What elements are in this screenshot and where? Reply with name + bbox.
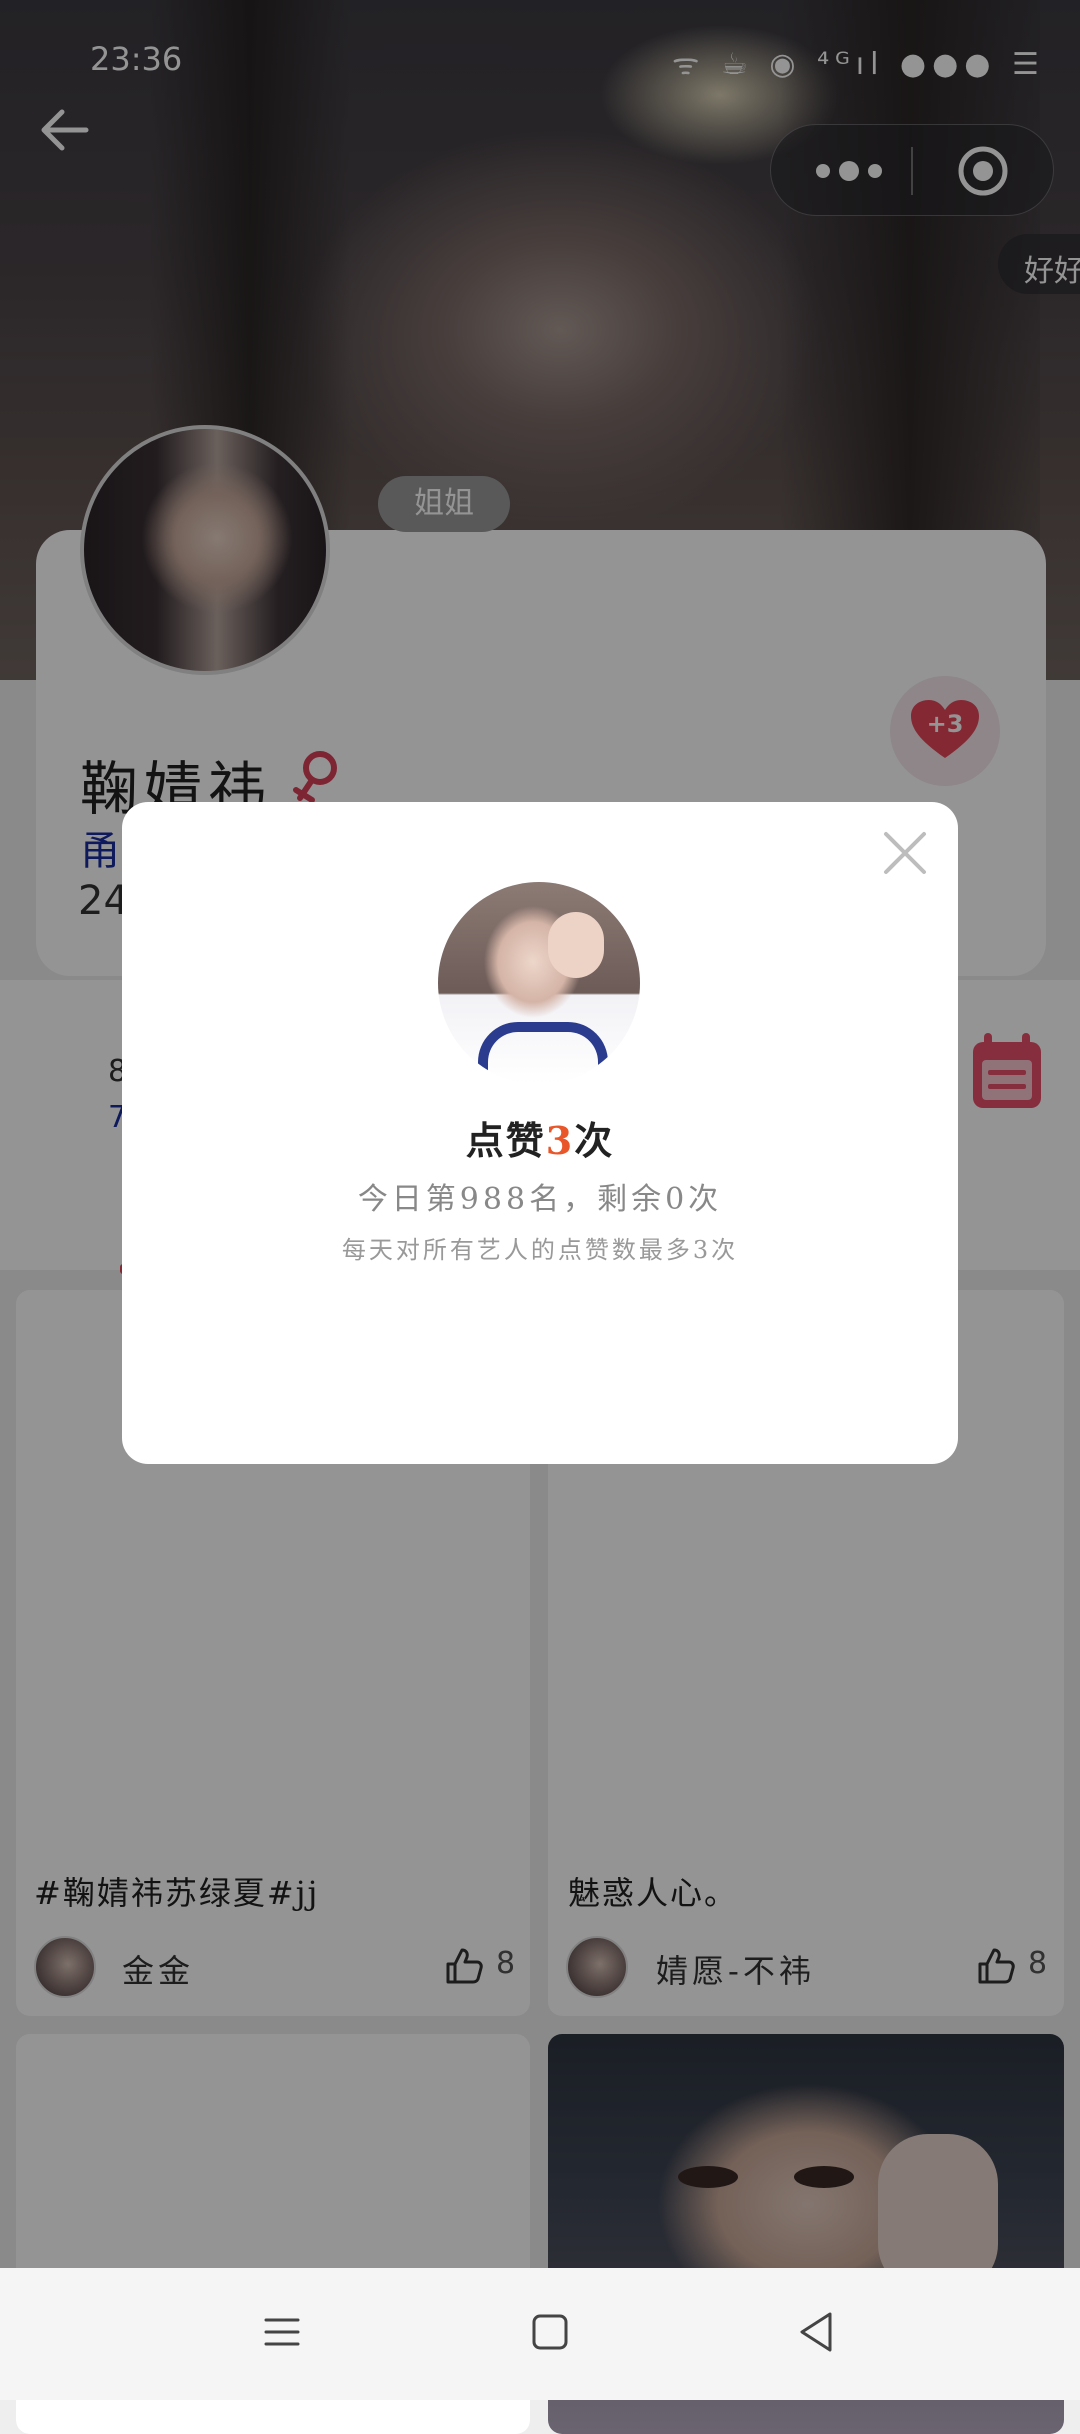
close-icon[interactable]	[880, 828, 930, 878]
rank-text: 今日第988名，剩余0次	[357, 1182, 723, 1217]
artist-photo	[438, 882, 640, 1084]
likes-count: 3	[545, 1118, 575, 1163]
back-triangle-icon[interactable]	[796, 2310, 836, 2354]
menu-icon[interactable]	[262, 2312, 302, 2352]
likes-prefix: 点赞	[465, 1118, 546, 1163]
like-result-dialog: 点赞3次 今日第988名，剩余0次 每天对所有艺人的点赞数最多3次	[122, 802, 958, 1464]
rule-text: 每天对所有艺人的点赞数最多3次	[341, 1236, 739, 1264]
likes-count-line: 点赞3次	[122, 1110, 958, 1165]
home-square-icon[interactable]	[530, 2312, 570, 2352]
likes-suffix: 次	[574, 1118, 615, 1163]
system-nav-bar	[0, 2268, 1080, 2400]
